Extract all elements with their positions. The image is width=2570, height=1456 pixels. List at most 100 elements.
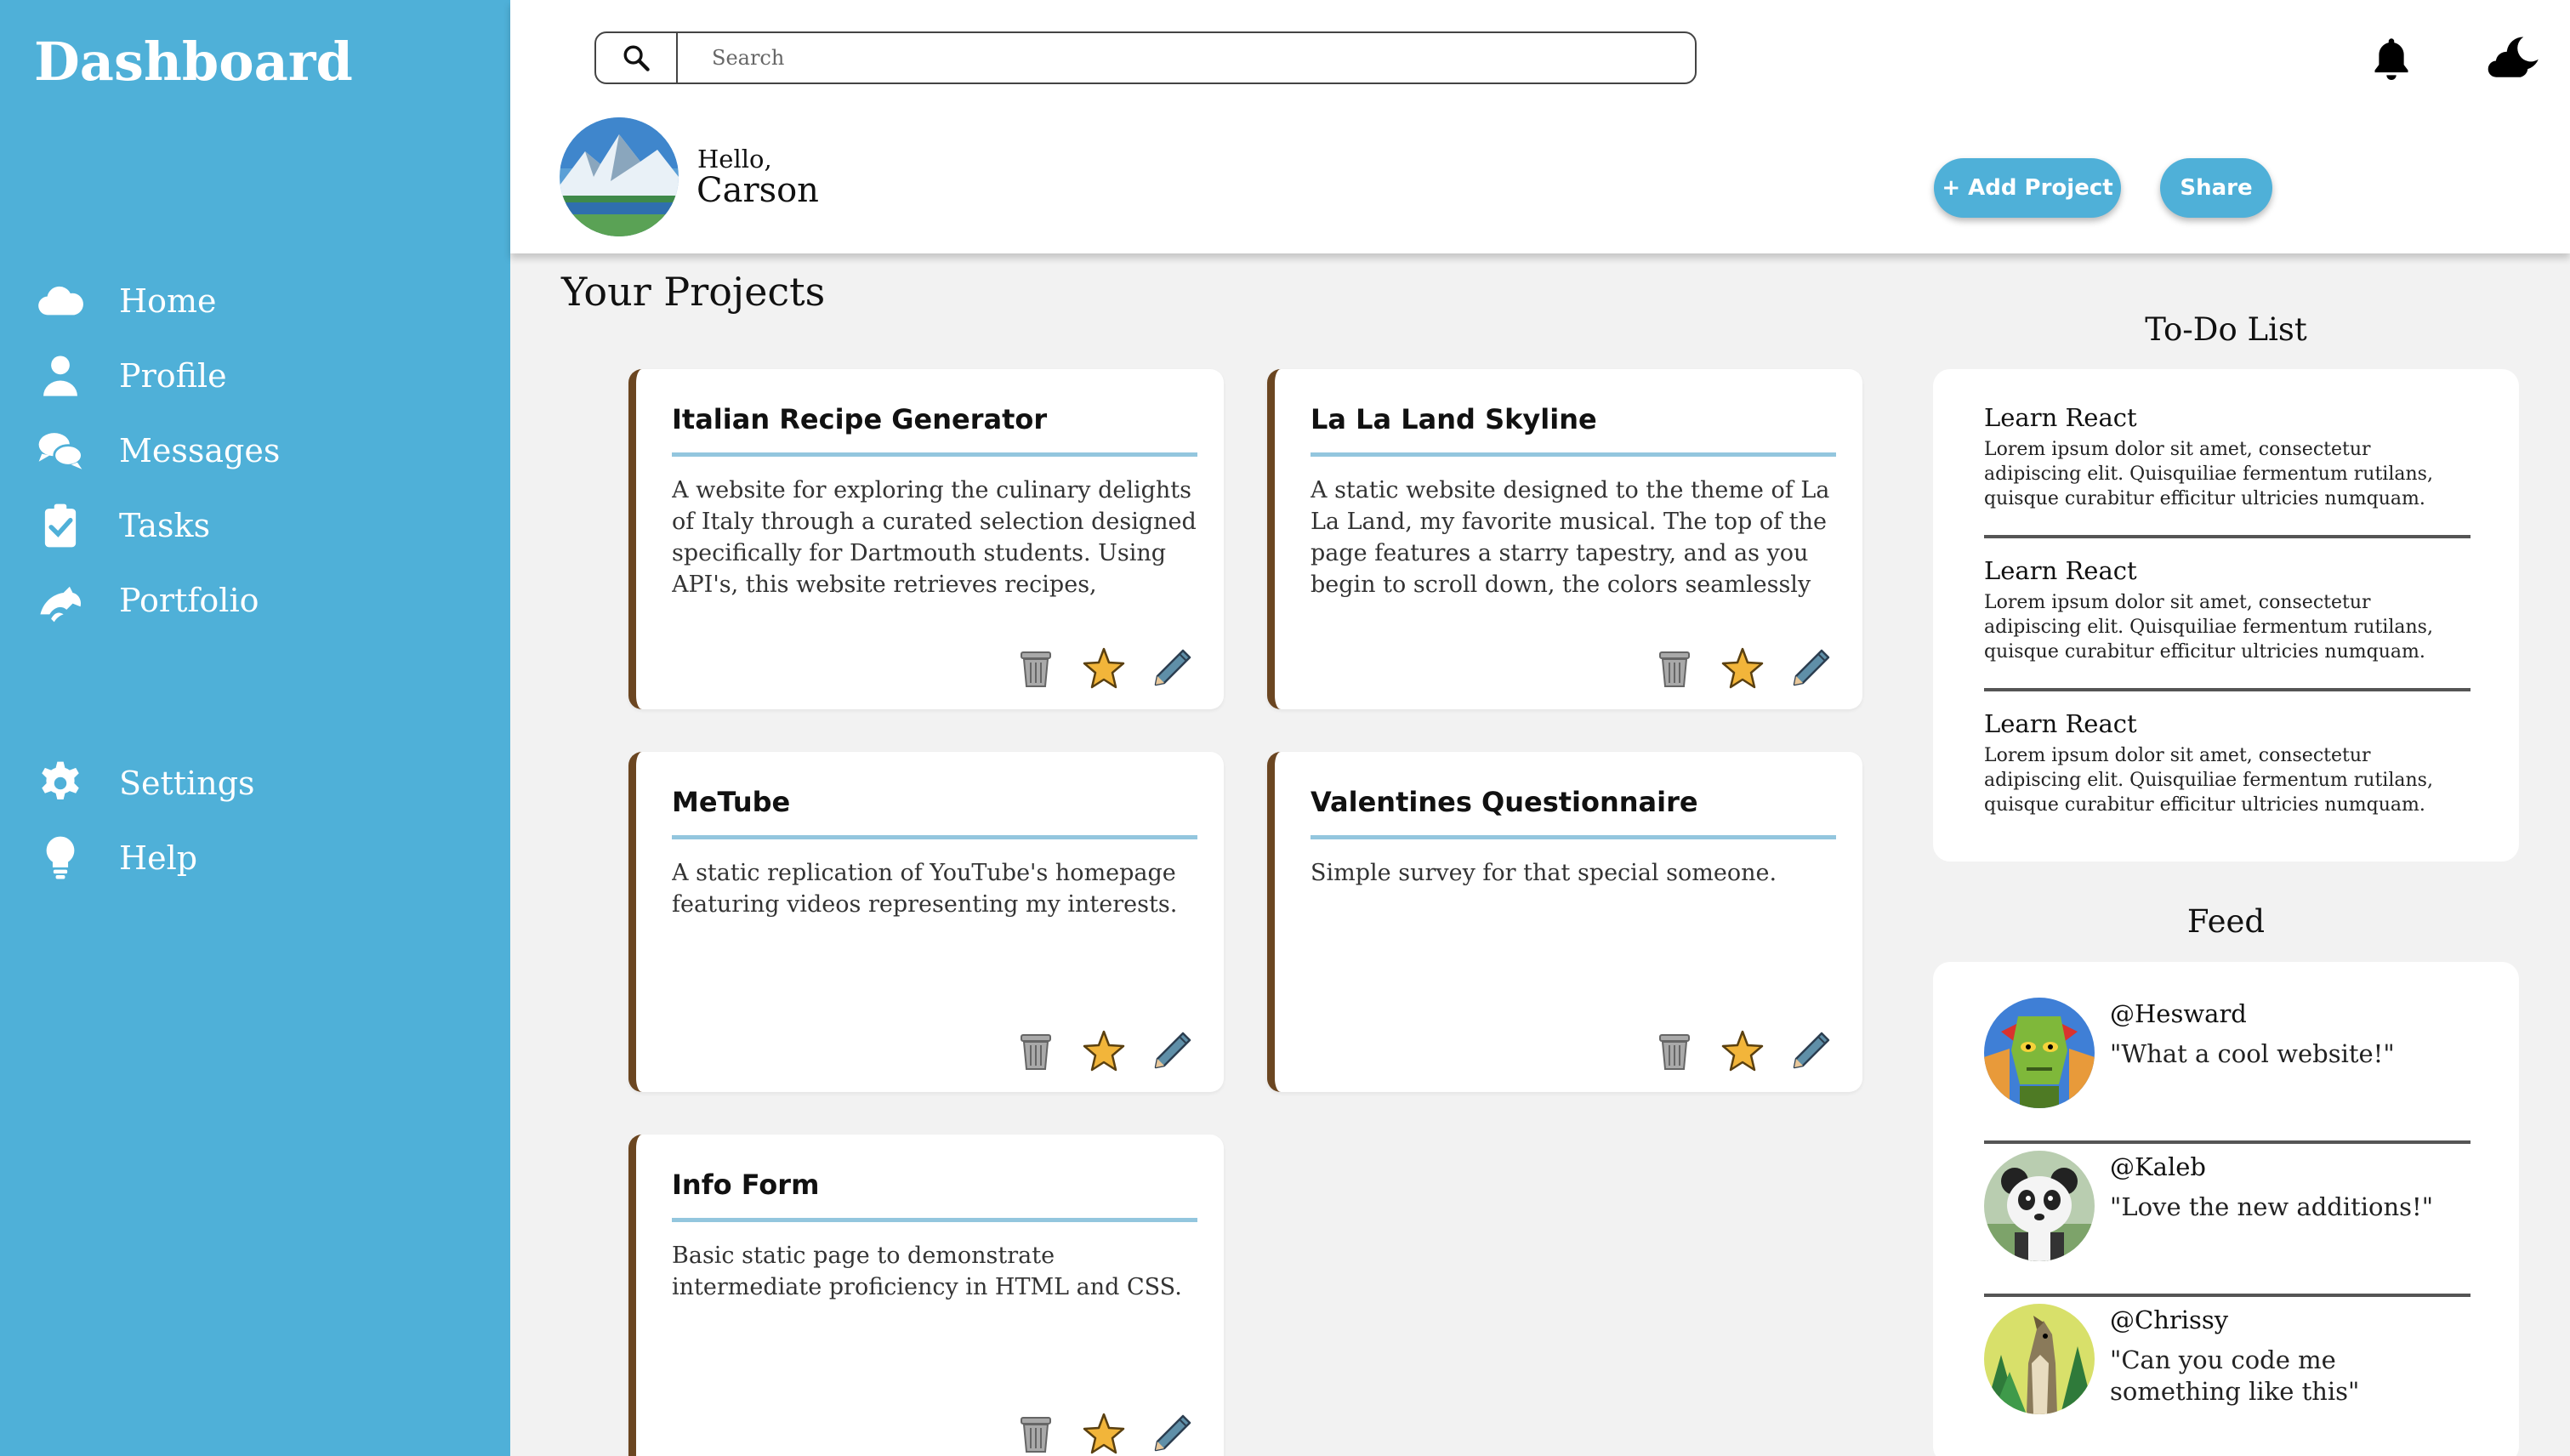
sidebar-item-label: Messages [119,432,281,469]
app-title: Dashboard [34,31,353,93]
sidebar-item-tasks[interactable]: Tasks [0,488,510,563]
feed-item[interactable]: @Chrissy "Can you code me something like… [1984,1304,2470,1431]
project-card[interactable]: Info Form Basic static page to demonstra… [628,1135,1224,1456]
pencil-icon [1793,649,1830,686]
edit-button[interactable] [1787,1027,1834,1075]
delete-button[interactable] [1012,1410,1060,1456]
project-card[interactable]: Valentines Questionnaire Simple survey f… [1267,752,1862,1092]
top-header: Hello, Carson + Add Project Share [510,0,2570,253]
pencil-icon [1154,1032,1191,1069]
project-card[interactable]: MeTube A static replication of YouTube's… [628,752,1224,1092]
dark-mode-toggle[interactable] [2485,32,2541,83]
bell-icon [2374,38,2408,80]
feed-username[interactable]: @Chrissy [2110,1305,2228,1334]
card-actions [1651,1027,1834,1075]
sidebar-item-help[interactable]: Help [0,821,510,896]
avatar[interactable] [1984,1304,2095,1414]
search-button[interactable] [596,33,678,82]
sidebar-item-portfolio[interactable]: Portfolio [0,563,510,638]
card-actions [1012,1027,1196,1075]
todo-item[interactable]: Learn React Lorem ipsum dolor sit amet, … [1984,556,2470,664]
feed-message: "What a cool website!" [2110,1039,2395,1068]
favorite-button[interactable] [1080,645,1128,692]
delete-button[interactable] [1651,645,1698,692]
delete-button[interactable] [1651,1027,1698,1075]
sidebar: Dashboard Home Profile Messages Tasks Po… [0,0,510,1456]
pencil-icon [1154,649,1191,686]
todo-description: Lorem ipsum dolor sit amet, consectetur … [1984,745,2433,816]
todo-item[interactable]: Learn React Lorem ipsum dolor sit amet, … [1984,403,2470,511]
todo-title: Learn React [1984,709,2137,738]
card-actions [1012,645,1196,692]
project-card[interactable]: Italian Recipe Generator A website for e… [628,369,1224,709]
edit-button[interactable] [1787,645,1834,692]
notifications-button[interactable] [2366,32,2417,83]
gear-icon [34,757,87,810]
cloud-moon-icon [2488,37,2539,77]
card-divider [672,452,1197,457]
search-input[interactable] [678,33,1695,82]
todo-description: Lorem ipsum dolor sit amet, consectetur … [1984,439,2433,509]
add-project-button[interactable]: + Add Project [1934,158,2121,218]
project-title: Italian Recipe Generator [672,403,1048,435]
card-divider [672,835,1197,839]
project-title: MeTube [672,786,791,818]
feed-username[interactable]: @Kaleb [2110,1152,2206,1181]
project-title: La La Land Skyline [1311,403,1597,435]
todo-title: Learn React [1984,556,2137,585]
feed-message: "Love the new additions!" [2110,1192,2434,1221]
chat-icon [34,424,87,477]
project-description: A static website designed to the theme o… [1311,477,1830,598]
projects-heading: Your Projects [561,269,826,315]
project-description: A website for exploring the culinary del… [672,477,1197,598]
user-avatar[interactable] [560,117,679,236]
todo-description: Lorem ipsum dolor sit amet, consectetur … [1984,592,2433,663]
edit-button[interactable] [1148,1027,1196,1075]
project-description: A static replication of YouTube's homepa… [672,860,1178,918]
delete-button[interactable] [1012,645,1060,692]
feed-divider [1984,1294,2470,1297]
trash-icon [1021,1034,1051,1070]
project-card[interactable]: La La Land Skyline A static website desi… [1267,369,1862,709]
sidebar-item-label: Home [119,282,217,320]
feed-item[interactable]: @Kaleb "Love the new additions!" [1984,1151,2470,1278]
greeting-text: Hello, [697,145,772,173]
todo-item[interactable]: Learn React Lorem ipsum dolor sit amet, … [1984,709,2470,817]
delete-button[interactable] [1012,1027,1060,1075]
feed-item[interactable]: @Hesward "What a cool website!" [1984,998,2470,1125]
card-divider [1311,452,1836,457]
favorite-button[interactable] [1080,1027,1128,1075]
clipboard-check-icon [34,499,87,552]
username: Carson [697,171,819,210]
sidebar-item-label: Tasks [119,507,211,544]
favorite-button[interactable] [1080,1410,1128,1456]
project-title: Info Form [672,1169,820,1201]
card-divider [1311,835,1836,839]
sidebar-item-label: Portfolio [119,582,259,619]
sidebar-item-profile[interactable]: Profile [0,338,510,413]
star-icon [1083,1413,1125,1454]
trash-icon [1021,651,1051,687]
favorite-button[interactable] [1719,1027,1766,1075]
edit-button[interactable] [1148,1410,1196,1456]
project-title: Valentines Questionnaire [1311,786,1698,818]
sidebar-item-home[interactable]: Home [0,264,510,338]
pencil-icon [1793,1032,1830,1069]
trash-icon [1659,1034,1690,1070]
favorite-button[interactable] [1719,645,1766,692]
todo-heading: To-Do List [2145,311,2307,348]
star-icon [1721,647,1764,689]
avatar[interactable] [1984,1151,2095,1261]
feed-message: "Can you code me something like this" [2110,1345,2360,1406]
sidebar-item-settings[interactable]: Settings [0,746,510,821]
edit-button[interactable] [1148,645,1196,692]
todo-divider [1984,688,2470,691]
share-button[interactable]: Share [2160,158,2272,218]
trash-icon [1659,651,1690,687]
feed-username[interactable]: @Hesward [2110,999,2247,1028]
sidebar-item-label: Profile [119,357,227,395]
sidebar-item-label: Help [119,839,198,877]
sidebar-item-messages[interactable]: Messages [0,413,510,488]
avatar[interactable] [1984,998,2095,1108]
todo-divider [1984,535,2470,538]
